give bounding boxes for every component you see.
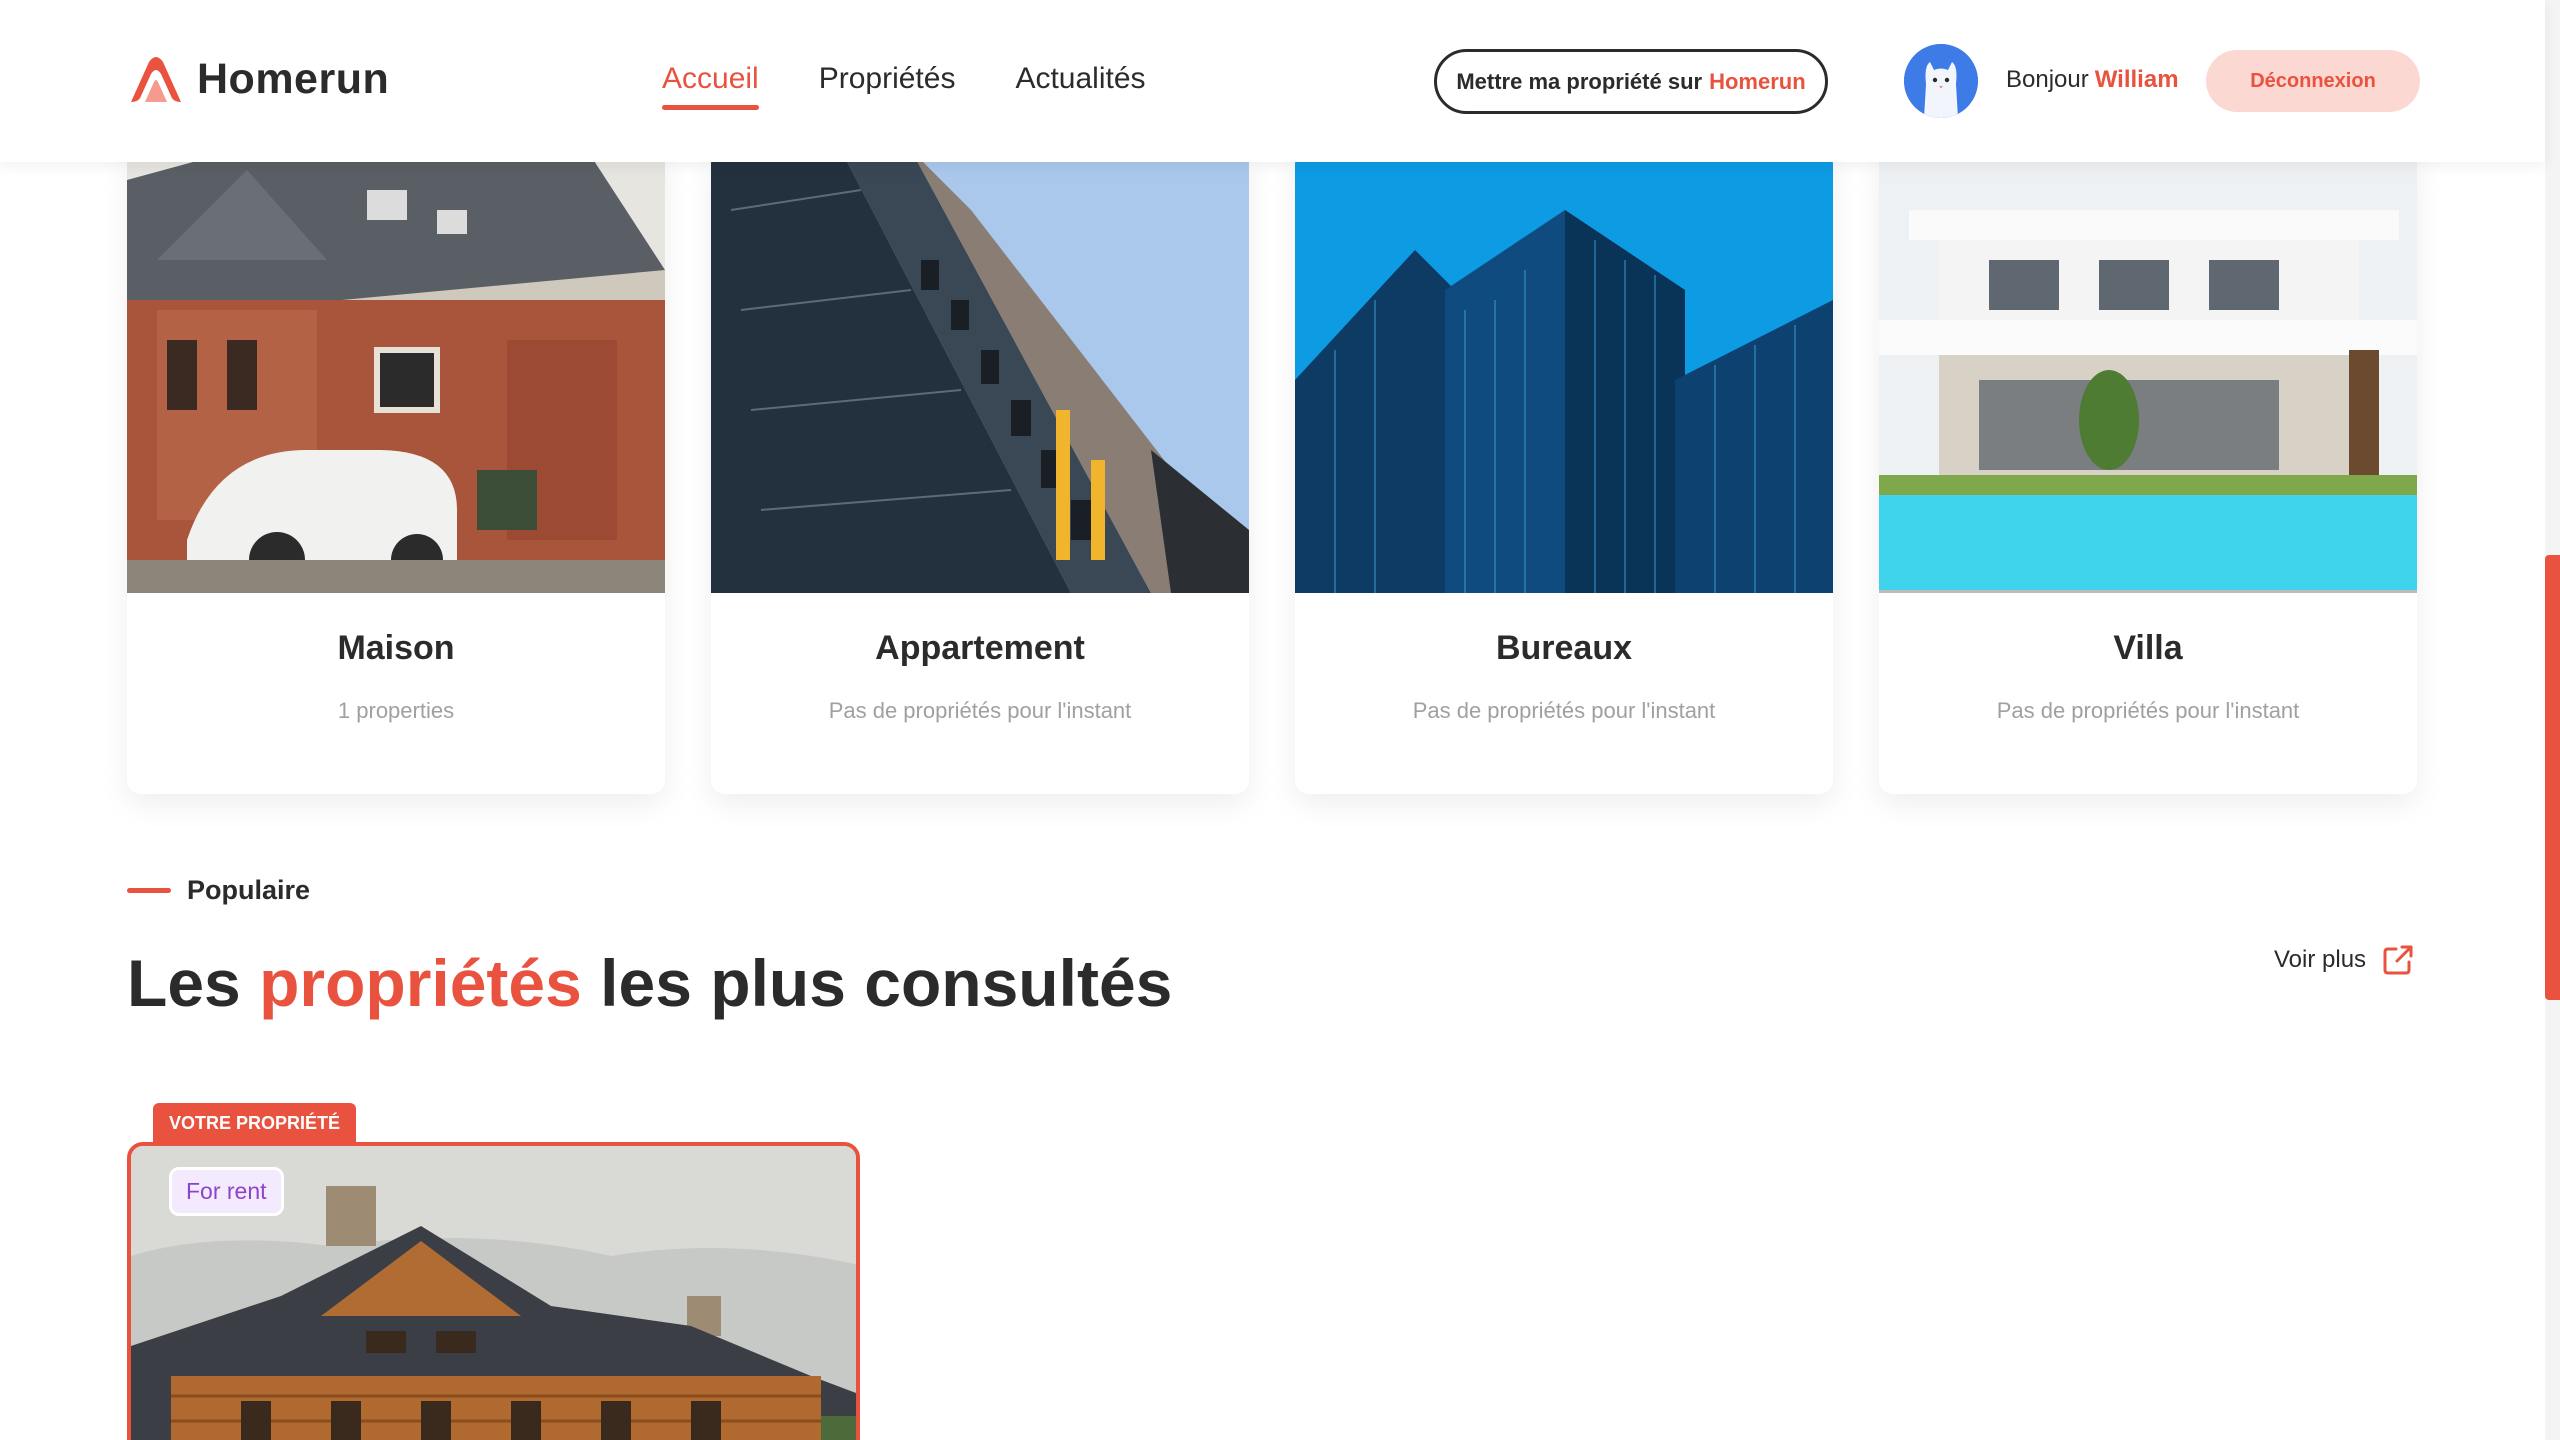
villa-image (1879, 150, 2417, 593)
nav-accueil[interactable]: Accueil (662, 62, 759, 110)
voir-plus-label: Voir plus (2274, 946, 2367, 973)
user-name: William (2094, 66, 2179, 93)
user-greeting: Bonjour William (2006, 66, 2179, 94)
top-header: Homerun Accueil Propriétés Actualités Me… (0, 0, 2545, 162)
nav-actualites[interactable]: Actualités (1015, 62, 1145, 96)
tag-line (127, 888, 171, 893)
category-title: Bureaux (1495, 629, 1633, 667)
title-end: les plus consultés (600, 946, 1173, 1020)
section-tag: Populaire (127, 875, 310, 906)
cat-avatar-icon (1904, 44, 1978, 118)
category-card-maison[interactable]: Maison 1 properties (127, 150, 665, 794)
list-property-button[interactable]: Mettre ma propriété sur Homerun (1434, 49, 1828, 114)
external-link-icon (2383, 945, 2413, 975)
logo[interactable]: Homerun (127, 55, 389, 104)
nav-proprietes[interactable]: Propriétés (819, 62, 956, 96)
your-property-badge: VOTRE PROPRIÉTÉ (153, 1103, 357, 1143)
scrollbar-thumb[interactable] (2545, 555, 2560, 1000)
category-card-villa[interactable]: Villa Pas de propriétés pour l'instant (1879, 150, 2417, 794)
greeting-text: Bonjour (2006, 66, 2089, 93)
category-title: Appartement (875, 629, 1085, 667)
title-accent: propriétés (259, 946, 582, 1020)
logout-button[interactable]: Déconnexion (2206, 50, 2420, 112)
appartement-image (711, 150, 1249, 593)
bureaux-image (1295, 150, 1833, 593)
title-start: Les (127, 946, 241, 1020)
cta-prefix: Mettre ma propriété sur (1456, 68, 1703, 94)
tag-text: Populaire (187, 875, 311, 905)
category-count: 1 properties (337, 698, 455, 723)
category-cards: Maison 1 properties Appartement Pas de p… (127, 150, 2463, 794)
category-card-bureaux[interactable]: Bureaux Pas de propriétés pour l'instant (1295, 150, 1833, 794)
category-title: Maison (337, 629, 455, 667)
category-count: Pas de propriétés pour l'instant (1412, 698, 1716, 723)
property-card[interactable]: For rent (127, 1142, 860, 1440)
avatar[interactable] (1904, 44, 1978, 118)
category-count: Pas de propriétés pour l'instant (828, 698, 1132, 723)
scrollbar-track[interactable] (2545, 0, 2560, 1440)
category-count: Pas de propriétés pour l'instant (1996, 698, 2300, 723)
category-card-appartement[interactable]: Appartement Pas de propriétés pour l'ins… (711, 150, 1249, 794)
category-title: Villa (2113, 629, 2183, 667)
for-rent-badge: For rent (169, 1167, 284, 1216)
maison-image (127, 150, 665, 593)
section-title: Les propriétés les plus consultés (127, 945, 1172, 1021)
main-nav: Accueil Propriétés Actualités (662, 62, 1206, 110)
cta-brand: Homerun (1709, 68, 1806, 94)
logo-icon (131, 56, 181, 102)
voir-plus-link[interactable]: Voir plus (2274, 944, 2414, 976)
logo-text: Homerun (197, 55, 390, 103)
